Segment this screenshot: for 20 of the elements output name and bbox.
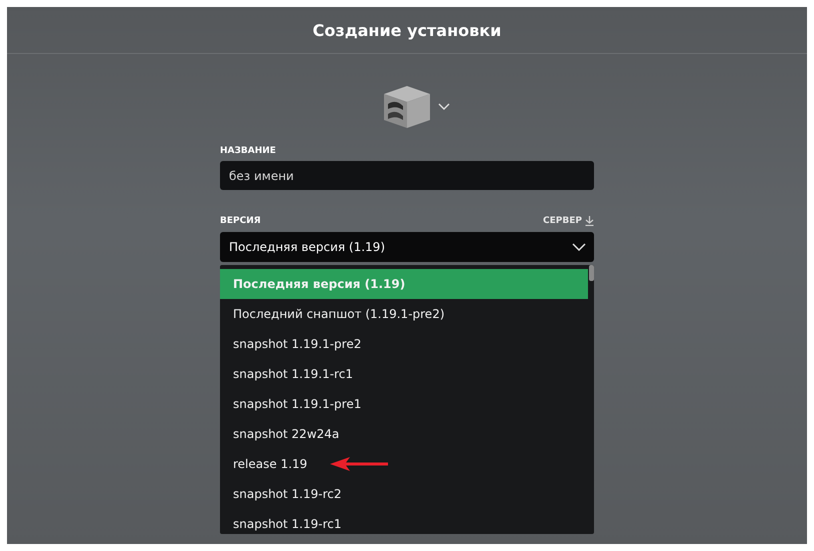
field-label: НАЗВАНИЕ: [220, 146, 277, 156]
version-option[interactable]: Последний снапшот (1.19.1-pre2): [220, 299, 588, 329]
field-label: ВЕРСИЯ: [220, 216, 261, 226]
furnace-block-icon: [382, 84, 432, 130]
version-option[interactable]: snapshot 1.19-rc2: [220, 479, 588, 509]
version-option[interactable]: snapshot 1.19.1-pre2: [220, 329, 588, 359]
chevron-down-icon: [438, 103, 450, 111]
version-option[interactable]: snapshot 1.19-rc1: [220, 509, 588, 534]
name-input-field[interactable]: без имени: [220, 161, 594, 190]
version-option[interactable]: snapshot 22w24a: [220, 419, 588, 449]
chevron-down-icon: [572, 243, 586, 251]
version-option[interactable]: release 1.19: [220, 449, 588, 479]
window-title: Создание установки: [312, 20, 502, 40]
scrollbar-thumb[interactable]: [589, 265, 594, 281]
dropdown-value: Последняя версия (1.19): [229, 240, 385, 254]
version-option[interactable]: snapshot 1.19.1-pre1: [220, 389, 588, 419]
download-icon: [585, 216, 594, 226]
version-dropdown[interactable]: Последняя версия (1.19): [220, 232, 594, 262]
server-link[interactable]: СЕРВЕР: [543, 216, 594, 226]
version-option[interactable]: snapshot 1.19.1-rc1: [220, 359, 588, 389]
